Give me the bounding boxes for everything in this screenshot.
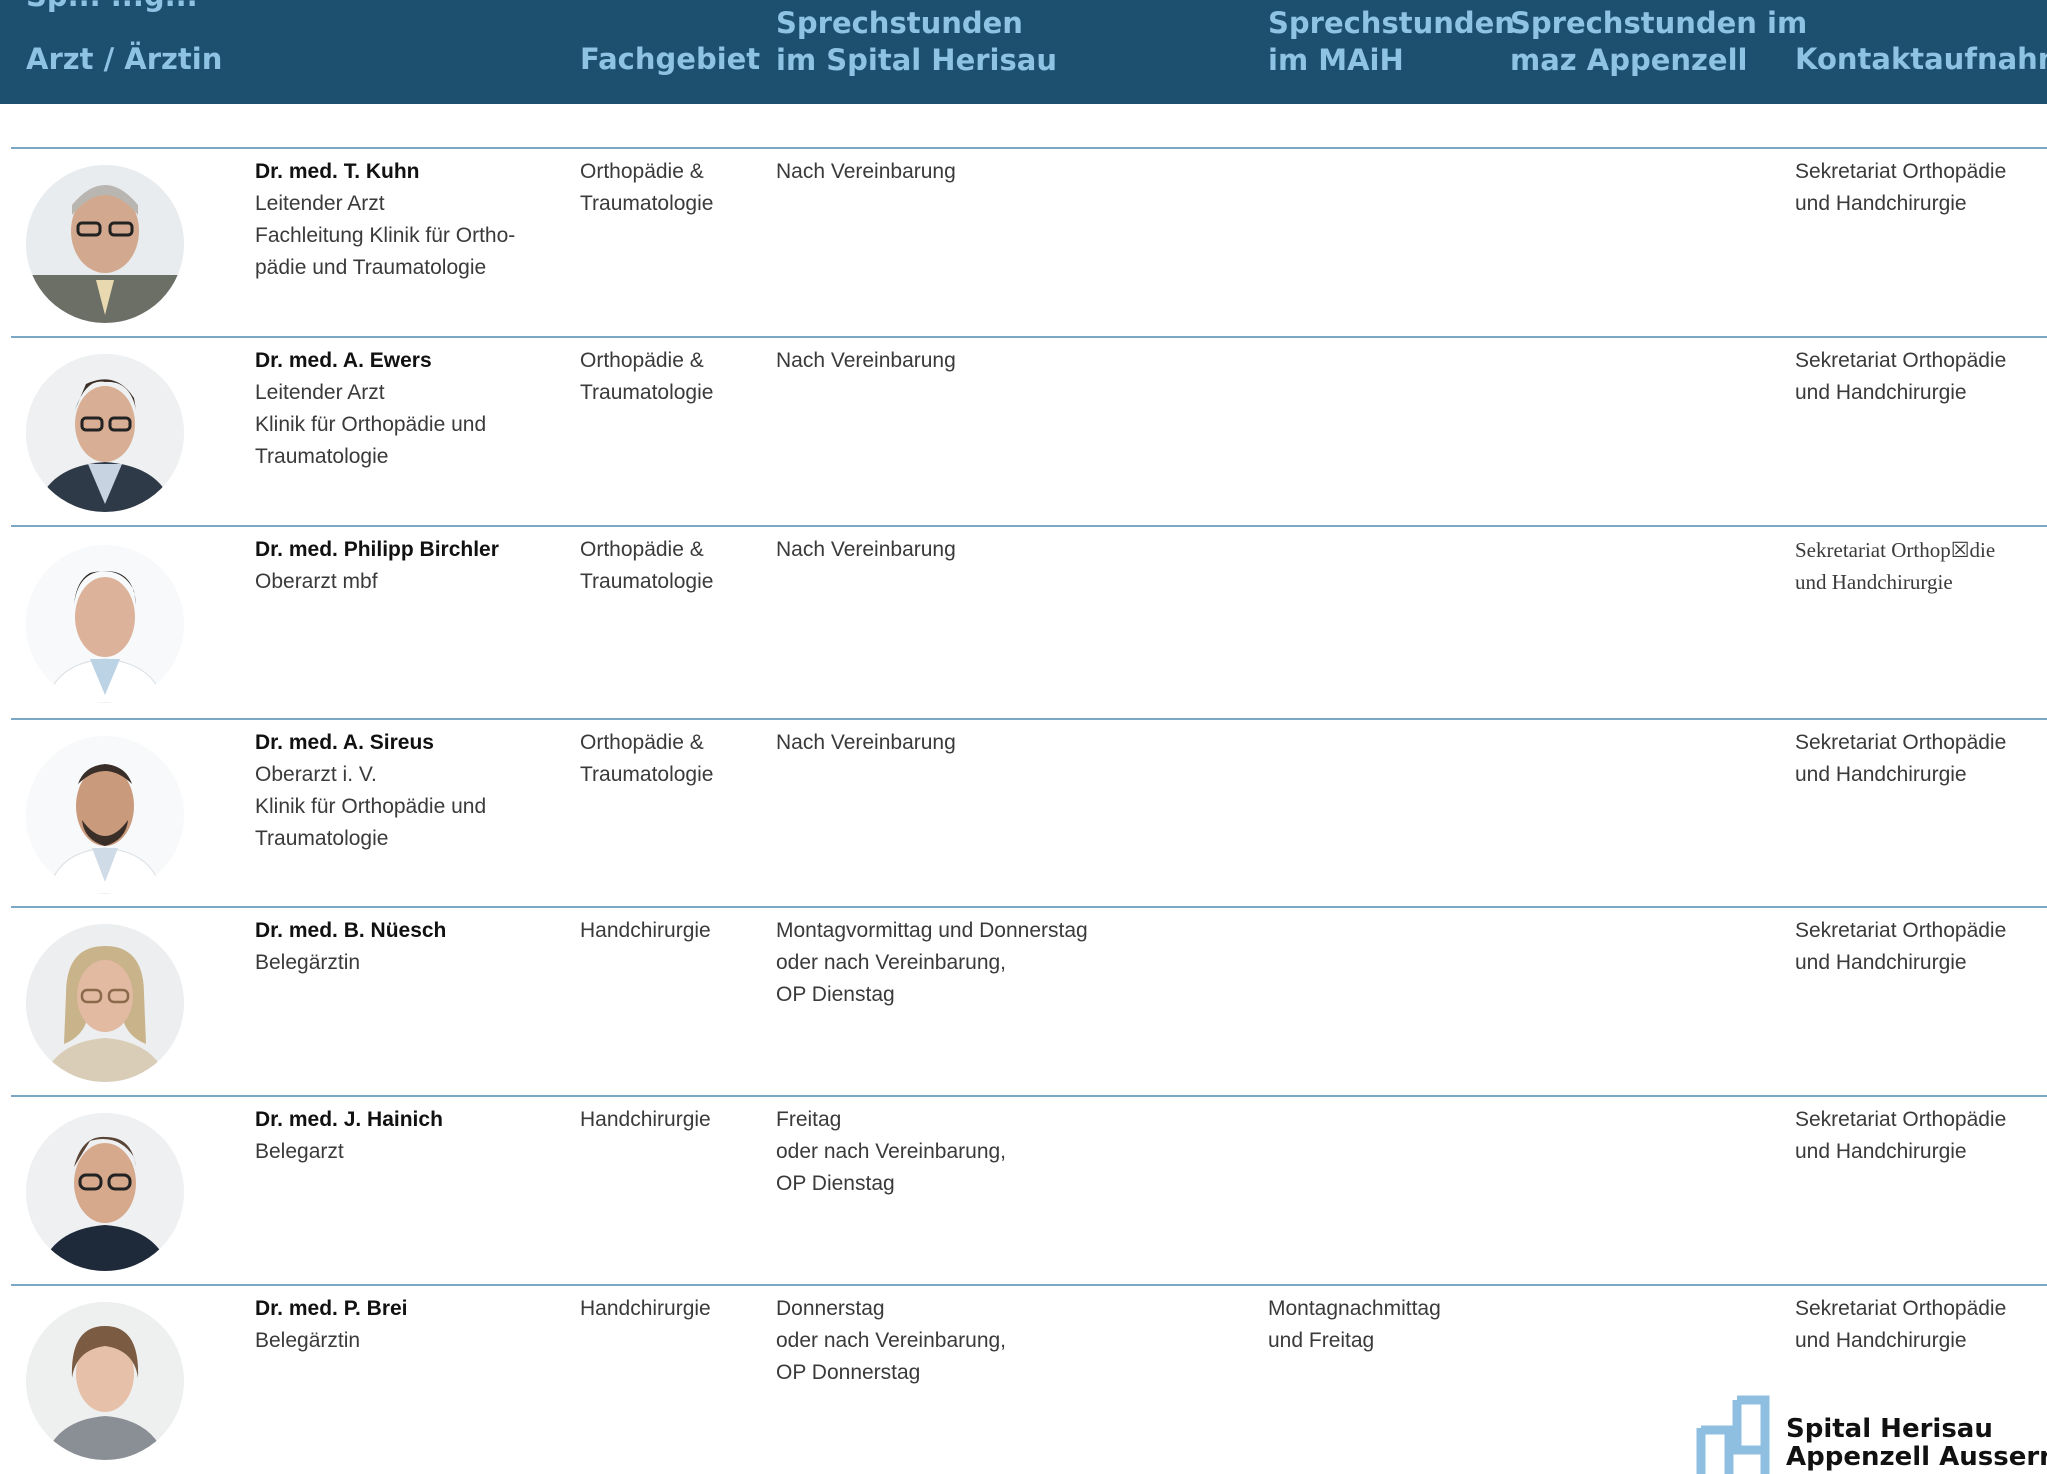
table-row: Dr. med. J. Hainich Belegarzt Handchirurg…: [11, 1095, 2047, 1286]
kontakt-cell: Sekretariat Orthopädie und Handchirurgie: [1795, 1297, 2007, 1352]
herisau-hours-cell: Donnerstag oder nach Vereinbarung, OP Do…: [776, 1297, 1007, 1384]
kontakt-cell: Sekretariat Orthopädie und Handchirurgie: [1795, 731, 2007, 786]
herisau-hours-cell: Nach Vereinbarung: [776, 160, 956, 183]
col-header-kontaktaufnahme: Kontaktaufnahme: [1795, 42, 2047, 76]
maih-hours-cell: Montagnachmittag und Freitag: [1268, 1297, 1441, 1352]
col-header-maz-appenzell: Sprechstunden im maz Appenzell: [1510, 6, 1808, 77]
doctor-photo-avatar: [26, 354, 184, 512]
logo-line-1: Spital Herisau: [1786, 1414, 1993, 1444]
doctor-role: Belegärztin: [255, 1329, 361, 1352]
herisau-hours-cell: Nach Vereinbarung: [776, 731, 956, 754]
doctor-role: Belegärztin: [255, 951, 361, 974]
herisau-hours-cell: Nach Vereinbarung: [776, 538, 956, 561]
fachgebiet-cell: Handchirurgie: [580, 919, 711, 942]
doctor-role: Leitender Arzt Fachleitung Klinik für Or…: [255, 192, 516, 279]
doctor-photo-avatar: [26, 165, 184, 323]
herisau-hours-cell: Nach Vereinbarung: [776, 349, 956, 372]
logo-line-2: Appenzell Ausserrhoden: [1786, 1442, 2047, 1472]
doctor-info: Dr. med. Philipp Birchler Oberarzt mbf: [255, 534, 499, 598]
spital-logo: Spital Herisau Appenzell Ausserrhoden: [1688, 1385, 2047, 1474]
fachgebiet-cell: Orthopädie & Traumatologie: [580, 538, 714, 593]
fachgebiet-cell: Handchirurgie: [580, 1297, 711, 1320]
fachgebiet-cell: Orthopädie & Traumatologie: [580, 731, 714, 786]
doctor-role: Oberarzt mbf: [255, 570, 378, 593]
doctor-name: Dr. med. J. Hainich: [255, 1108, 443, 1131]
doctor-name: Dr. med. B. Nüesch: [255, 919, 447, 942]
doctor-info: Dr. med. T. Kuhn Leitender Arzt Fachleitu…: [255, 156, 515, 284]
header-top-fragment: Sp... ...g...: [26, 0, 198, 15]
doctor-info: Dr. med. P. Brei Belegärztin: [255, 1293, 408, 1357]
doctor-role: Oberarzt i. V. Klinik für Orthopädie und…: [255, 763, 487, 850]
doctor-info: Dr. med. A. Ewers Leitender Arzt Klinik f…: [255, 345, 486, 473]
fachgebiet-cell: Orthopädie & Traumatologie: [580, 349, 714, 404]
doctor-role: Leitender Arzt Klinik für Orthopädie und…: [255, 381, 487, 468]
col-header-spital-herisau: Sprechstunden im Spital Herisau: [776, 6, 1057, 77]
doctor-name: Dr. med. Philipp Birchler: [255, 538, 499, 561]
doctor-name: Dr. med. A. Ewers: [255, 349, 432, 372]
doctor-info: Dr. med. A. Sireus Oberarzt i. V. Klinik …: [255, 727, 486, 855]
doctor-role: Belegarzt: [255, 1140, 344, 1163]
kontakt-cell: Sekretariat Orthop☒die und Handchirurgie: [1795, 538, 1996, 594]
doctor-photo-avatar: [26, 1302, 184, 1460]
table-row: Dr. med. Philipp Birchler Oberarzt mbf Or…: [11, 525, 2047, 720]
doctor-photo-avatar: [26, 924, 184, 1082]
doctor-name: Dr. med. T. Kuhn: [255, 160, 420, 183]
kontakt-cell: Sekretariat Orthopädie und Handchirurgie: [1795, 349, 2007, 404]
kontakt-cell: Sekretariat Orthopädie und Handchirurgie: [1795, 160, 2007, 215]
spital-logo-text: Spital Herisau Appenzell Ausserrhoden: [1786, 1415, 2047, 1471]
kontakt-cell: Sekretariat Orthopädie und Handchirurgie: [1795, 919, 2007, 974]
table-header: Sp... ...g... Arzt / Ärztin Fachgebiet S…: [0, 0, 2047, 104]
doctor-info: Dr. med. J. Hainich Belegarzt: [255, 1104, 443, 1168]
table-row: Dr. med. A. Ewers Leitender Arzt Klinik f…: [11, 336, 2047, 527]
doctor-name: Dr. med. P. Brei: [255, 1297, 408, 1320]
col-header-fachgebiet: Fachgebiet: [580, 42, 761, 76]
herisau-hours-cell: Freitag oder nach Vereinbarung, OP Diens…: [776, 1108, 1007, 1195]
col-header-maih: Sprechstunden im MAiH: [1268, 6, 1515, 77]
doctor-photo-avatar: [26, 1113, 184, 1271]
herisau-hours-cell: Montagvormittag und Donnerstag oder nach…: [776, 919, 1088, 1006]
fachgebiet-cell: Orthopädie & Traumatologie: [580, 160, 714, 215]
doctor-name: Dr. med. A. Sireus: [255, 731, 434, 754]
spital-logo-icon: [1696, 1395, 1770, 1474]
table-row: Dr. med. T. Kuhn Leitender Arzt Fachleitu…: [11, 147, 2047, 338]
col-header-arzt: Arzt / Ärztin: [26, 42, 223, 76]
doctor-photo-avatar: [26, 736, 184, 894]
table-row: Dr. med. A. Sireus Oberarzt i. V. Klinik …: [11, 718, 2047, 908]
doctor-info: Dr. med. B. Nüesch Belegärztin: [255, 915, 446, 979]
doctor-photo-avatar: [26, 545, 184, 703]
kontakt-cell: Sekretariat Orthopädie und Handchirurgie: [1795, 1108, 2007, 1163]
fachgebiet-cell: Handchirurgie: [580, 1108, 711, 1131]
table-row: Dr. med. B. Nüesch Belegärztin Handchirur…: [11, 906, 2047, 1097]
